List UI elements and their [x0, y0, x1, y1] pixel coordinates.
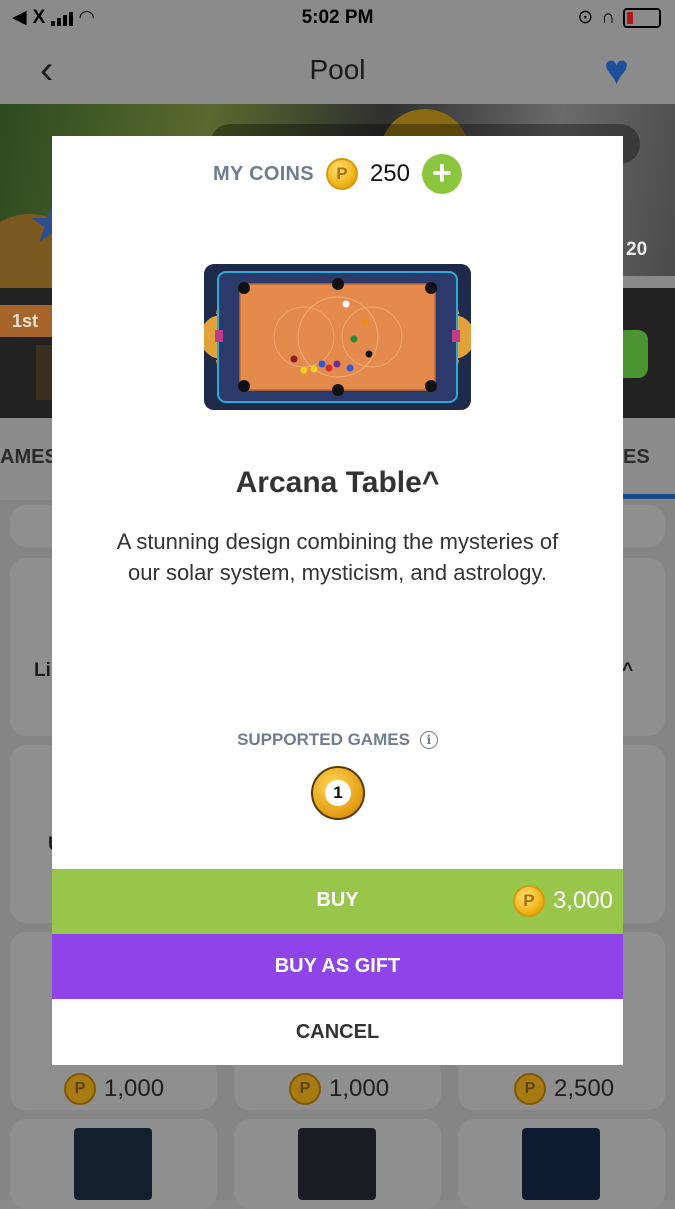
- coins-balance: 250: [369, 160, 410, 187]
- coin-icon: P: [64, 1073, 96, 1105]
- orientation-lock-icon: ⊙: [577, 7, 594, 28]
- status-time: 5:02 PM: [301, 7, 374, 28]
- coin-icon: P: [512, 885, 545, 917]
- add-coins-button[interactable]: +: [421, 154, 462, 194]
- favorite-heart-icon[interactable]: ♥: [604, 46, 629, 94]
- game-ball-number: 1: [325, 780, 351, 806]
- eight-ball-game-icon: 1: [311, 766, 365, 820]
- coin-icon: P: [325, 158, 358, 190]
- item-description: A stunning design combining the mysterie…: [116, 529, 559, 585]
- card-price: P 1,000: [289, 1073, 389, 1105]
- coin-icon: P: [514, 1073, 546, 1105]
- card-title-partial: Li: [34, 660, 51, 681]
- buy-price: P 3,000: [512, 885, 613, 917]
- cue-thumbnail: [298, 1128, 376, 1200]
- battery-icon: [623, 7, 661, 28]
- table-preview-image: [204, 264, 471, 410]
- card-title-partial: ^: [622, 660, 634, 681]
- tab-active-indicator: [623, 494, 675, 499]
- hero-badge: 20: [626, 239, 648, 260]
- status-right: ⊙ ∩: [577, 6, 661, 29]
- card-price-value: 1,000: [104, 1075, 165, 1102]
- card-price: P 1,000: [64, 1073, 164, 1105]
- tab-tables[interactable]: ES: [623, 446, 650, 469]
- arcana-table-graphic: [204, 264, 471, 410]
- cancel-button[interactable]: CANCEL: [52, 999, 623, 1065]
- cancel-button-label: CANCEL: [295, 1021, 380, 1043]
- supported-games-row: SUPPORTED GAMES i: [52, 730, 623, 750]
- status-bar: ◀ X ◠ 5:02 PM ⊙ ∩: [0, 0, 675, 36]
- card-price-value: 1,000: [329, 1075, 390, 1102]
- buy-button[interactable]: BUY P 3,000: [52, 869, 623, 934]
- my-coins-row: MY COINS P 250 +: [52, 154, 623, 194]
- buy-as-gift-button[interactable]: BUY AS GIFT: [52, 934, 623, 999]
- my-coins-label: MY COINS: [213, 162, 314, 185]
- cue-thumbnail: [74, 1128, 152, 1200]
- headphones-icon: ∩: [601, 6, 615, 28]
- coin-icon: P: [289, 1073, 321, 1105]
- cue-thumbnail: [522, 1128, 600, 1200]
- purchase-modal: MY COINS P 250 + Arcana Table^ A stunnin…: [52, 136, 623, 1065]
- card-price-value: 2,500: [554, 1075, 615, 1102]
- nav-bar: ‹ Pool ♥: [0, 36, 675, 104]
- buy-as-gift-label: BUY AS GIFT: [274, 955, 401, 977]
- buy-price-value: 3,000: [552, 887, 613, 914]
- page-title: Pool: [309, 54, 366, 85]
- item-title: Arcana Table^: [235, 466, 440, 499]
- info-icon[interactable]: i: [419, 731, 438, 749]
- card-price: P 2,500: [514, 1073, 614, 1105]
- tab-games[interactable]: AMES: [0, 446, 58, 469]
- supported-games-label: SUPPORTED GAMES: [237, 730, 410, 749]
